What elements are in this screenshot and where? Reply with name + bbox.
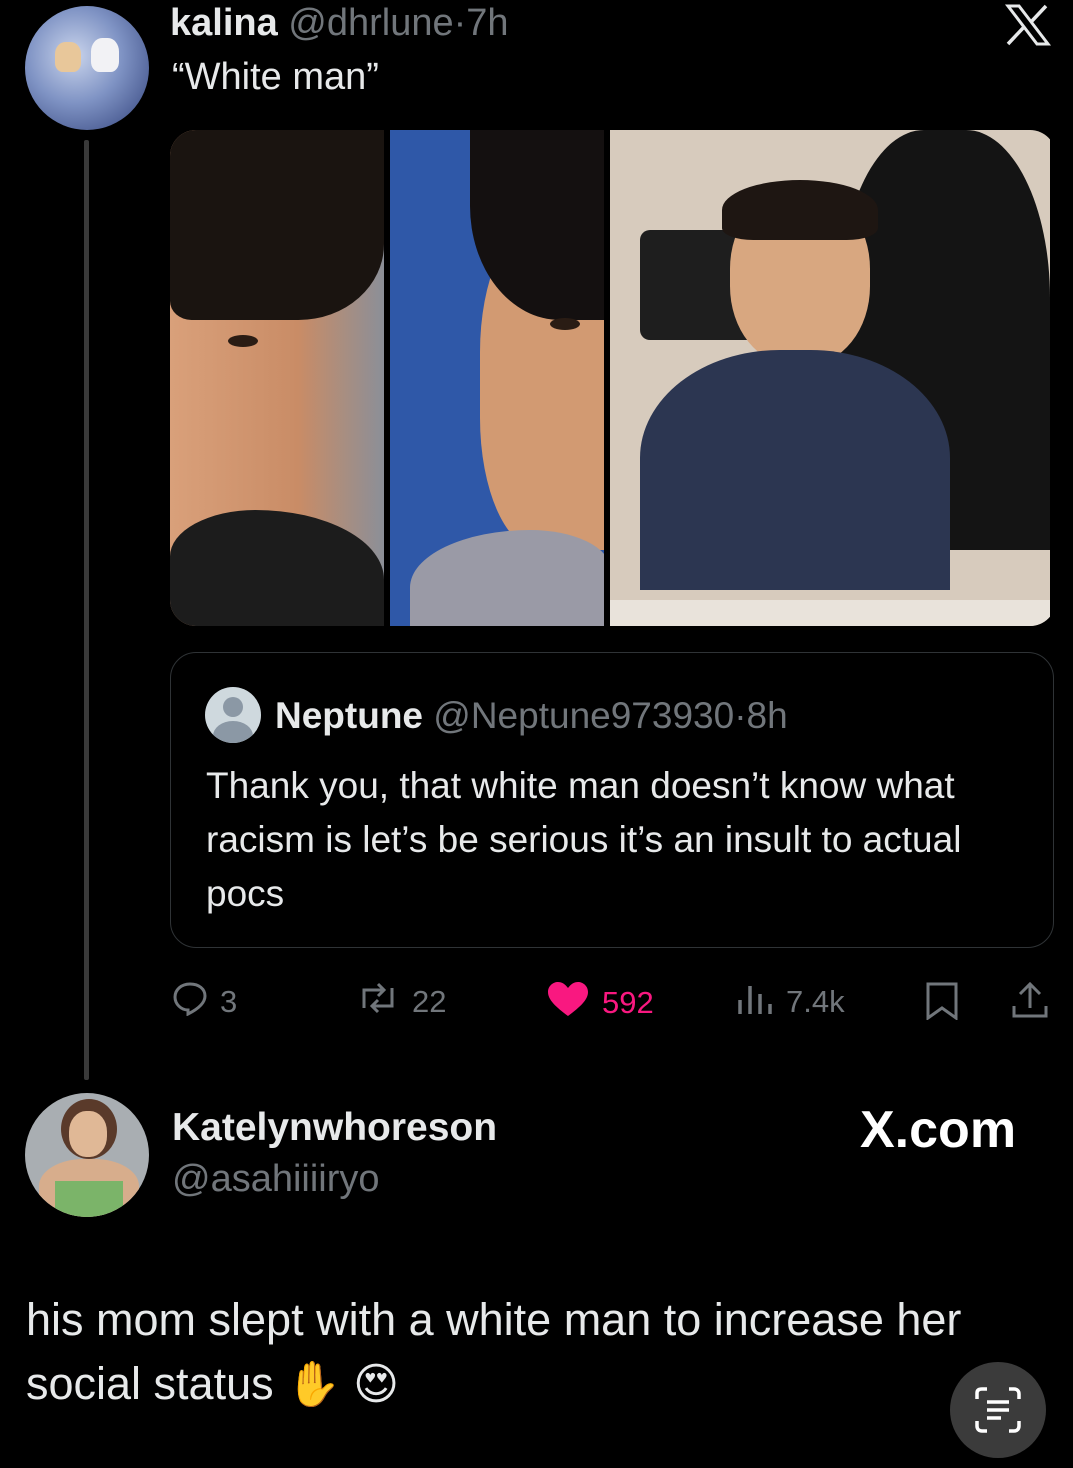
x-com-watermark: X.com — [860, 1101, 1017, 1159]
heart-icon — [546, 980, 590, 1026]
like-button[interactable]: 592 — [546, 980, 654, 1026]
separator: · — [453, 2, 467, 44]
cat-illustration — [55, 42, 81, 72]
yearbook-photo-1[interactable] — [170, 130, 384, 626]
separator: · — [734, 695, 747, 736]
live-text-icon — [975, 1387, 1021, 1433]
author-name[interactable]: kalina — [170, 2, 278, 44]
reply-count: 3 — [220, 984, 238, 1019]
reply-emojis: ✋ 😍 — [286, 1360, 400, 1409]
quoted-tweet[interactable]: Neptune @Neptune973930·8h Thank you, tha… — [170, 652, 1054, 948]
navy-shirt — [640, 350, 950, 590]
cat-illustration — [91, 38, 119, 72]
author-handle[interactable]: @dhrlune — [288, 2, 453, 44]
bookmark-icon[interactable] — [924, 982, 960, 1025]
eye — [550, 318, 580, 330]
repost-button[interactable]: 22 — [356, 980, 446, 1024]
reply-icon — [172, 980, 208, 1024]
face — [69, 1111, 107, 1157]
repost-count: 22 — [412, 984, 447, 1019]
reply-button[interactable]: 3 — [172, 980, 237, 1024]
shirt — [410, 530, 604, 626]
quoted-author-name[interactable]: Neptune — [275, 695, 423, 736]
reply-author-handle[interactable]: @asahiiiiryo — [172, 1158, 380, 1201]
hair — [170, 130, 384, 320]
views-button[interactable]: 7.4k — [736, 980, 845, 1024]
green-top — [55, 1181, 123, 1217]
eye — [228, 335, 258, 347]
quoted-timestamp[interactable]: 8h — [747, 695, 788, 736]
x-logo-icon — [1004, 4, 1052, 46]
default-avatar-icon — [205, 687, 261, 743]
timestamp[interactable]: 7h — [466, 2, 508, 44]
tweet-text: “White man” — [172, 56, 379, 98]
kalina-avatar[interactable] — [25, 6, 149, 130]
quoted-text: Thank you, that white man doesn’t know w… — [206, 765, 962, 914]
repost-icon — [356, 980, 400, 1024]
like-count: 592 — [602, 985, 654, 1020]
tweet-header: kalina @dhrlune·7h — [170, 2, 509, 45]
reply-text-block: his mom slept with a white man to increa… — [26, 1288, 1026, 1417]
desk — [610, 600, 1050, 626]
katelyn-avatar[interactable] — [25, 1093, 149, 1217]
quoted-author-handle[interactable]: @Neptune973930 — [433, 695, 734, 736]
yearbook-photo-2[interactable] — [390, 130, 604, 626]
jacket — [170, 510, 384, 626]
reply-author-name[interactable]: Katelynwhoreson — [172, 1106, 497, 1150]
live-text-button[interactable] — [950, 1362, 1046, 1458]
quoted-header: Neptune @Neptune973930·8h — [275, 695, 788, 737]
tv-set-photo[interactable] — [610, 130, 1050, 626]
thread-line — [84, 140, 89, 1080]
reply-text: his mom slept with a white man to increa… — [26, 1294, 962, 1409]
views-icon — [736, 980, 774, 1024]
share-icon[interactable] — [1010, 980, 1050, 1025]
views-count: 7.4k — [786, 984, 845, 1019]
person-hair — [722, 180, 878, 240]
tweet-media[interactable] — [170, 130, 1056, 626]
